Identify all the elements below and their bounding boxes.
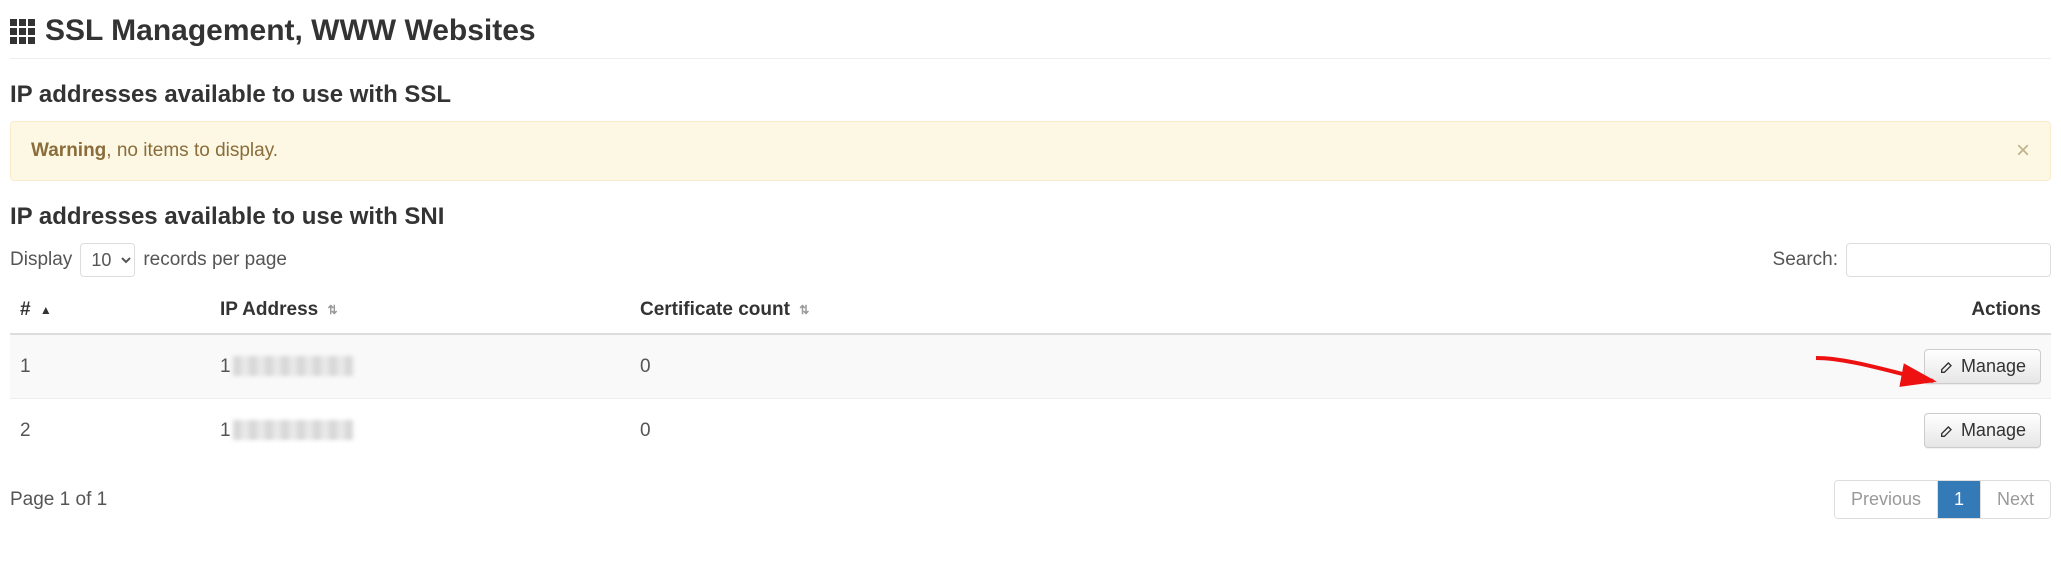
col-index[interactable]: # ▲ bbox=[10, 287, 210, 334]
ssl-section-heading: IP addresses available to use with SSL bbox=[10, 81, 2051, 109]
manage-button[interactable]: Manage bbox=[1924, 349, 2041, 384]
pagination-page-1[interactable]: 1 bbox=[1937, 481, 1980, 518]
page-title-text: SSL Management, WWW Websites bbox=[45, 14, 536, 48]
cell-ip: 1 bbox=[210, 399, 630, 463]
col-actions: Actions bbox=[1851, 287, 2051, 334]
ip-prefix: 1 bbox=[220, 420, 231, 441]
grid-icon bbox=[10, 19, 35, 44]
ip-obscured bbox=[233, 356, 353, 376]
col-cert-label: Certificate count bbox=[640, 299, 790, 320]
edit-icon bbox=[1939, 359, 1955, 375]
table-row: 2 1 0 Manage bbox=[10, 399, 2051, 463]
search-input[interactable] bbox=[1846, 243, 2051, 277]
display-label-pre: Display bbox=[10, 249, 72, 271]
search-label: Search: bbox=[1773, 249, 1838, 271]
pagination-next[interactable]: Next bbox=[1980, 481, 2050, 518]
sni-section-heading: IP addresses available to use with SNI bbox=[10, 203, 2051, 231]
col-cert[interactable]: Certificate count ⇅ bbox=[630, 287, 1851, 334]
alert-close-button[interactable]: × bbox=[2010, 138, 2036, 164]
ip-obscured bbox=[233, 420, 353, 440]
ssl-empty-alert: Warning, no items to display. × bbox=[10, 121, 2051, 181]
pagination: Previous 1 Next bbox=[1834, 480, 2051, 519]
cell-cert: 0 bbox=[630, 334, 1851, 399]
manage-button-label: Manage bbox=[1961, 356, 2026, 377]
alert-text: , no items to display. bbox=[106, 140, 278, 161]
page-size-select[interactable]: 10 bbox=[80, 243, 135, 277]
sort-icon: ⇅ bbox=[328, 303, 338, 317]
sni-table: # ▲ IP Address ⇅ Certificate count ⇅ Act… bbox=[10, 287, 2051, 462]
col-ip-label: IP Address bbox=[220, 299, 318, 320]
pagination-previous[interactable]: Previous bbox=[1835, 481, 1937, 518]
cell-index: 1 bbox=[10, 334, 210, 399]
cell-cert: 0 bbox=[630, 399, 1851, 463]
sort-asc-icon: ▲ bbox=[40, 303, 52, 317]
sort-icon: ⇅ bbox=[799, 303, 809, 317]
col-index-label: # bbox=[20, 299, 31, 320]
page-info: Page 1 of 1 bbox=[10, 489, 107, 511]
cell-index: 2 bbox=[10, 399, 210, 463]
display-label-post: records per page bbox=[143, 249, 287, 271]
edit-icon bbox=[1939, 423, 1955, 439]
manage-button[interactable]: Manage bbox=[1924, 413, 2041, 448]
cell-ip: 1 bbox=[210, 334, 630, 399]
alert-strong: Warning bbox=[31, 140, 106, 161]
manage-button-label: Manage bbox=[1961, 420, 2026, 441]
col-actions-label: Actions bbox=[1971, 299, 2041, 320]
ip-prefix: 1 bbox=[220, 356, 231, 377]
close-icon: × bbox=[2016, 137, 2030, 164]
table-row: 1 1 0 Manage bbox=[10, 334, 2051, 399]
col-ip[interactable]: IP Address ⇅ bbox=[210, 287, 630, 334]
page-title: SSL Management, WWW Websites bbox=[10, 8, 2051, 59]
